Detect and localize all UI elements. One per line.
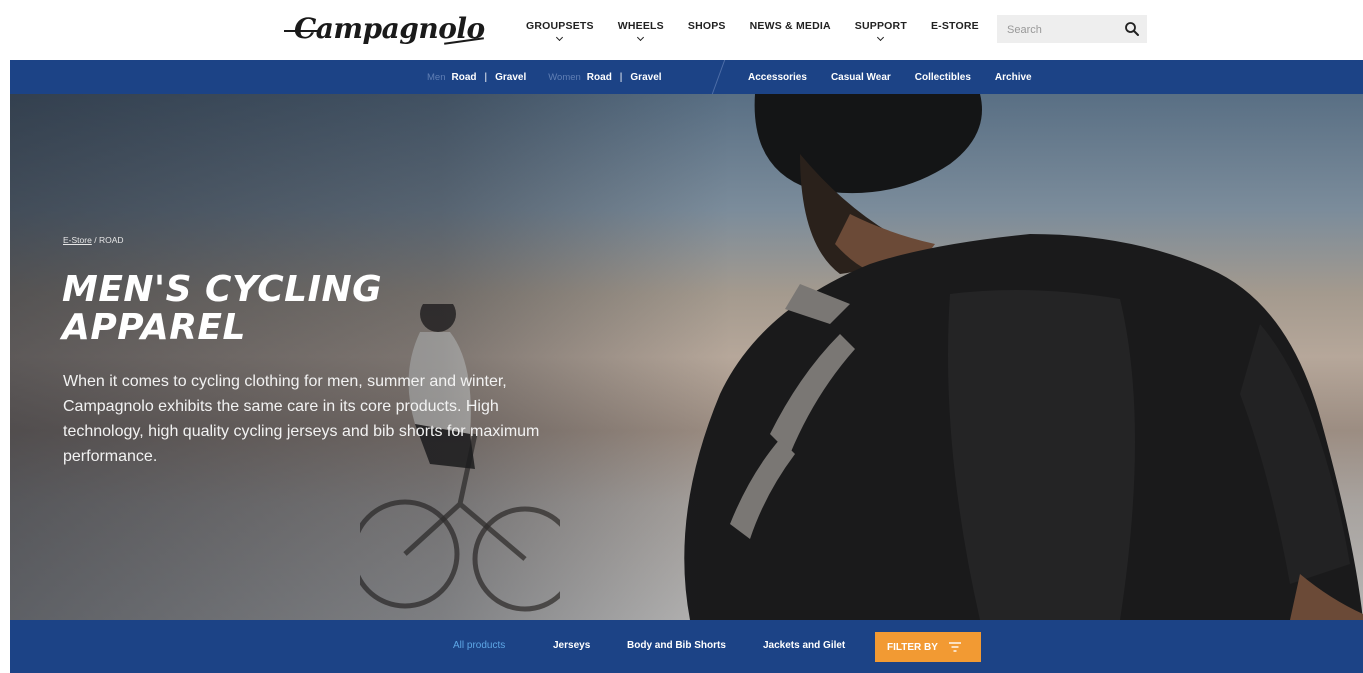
nav-shops[interactable]: SHOPS [688, 20, 726, 50]
search-box [997, 15, 1147, 45]
collectibles-link[interactable]: Collectibles [915, 72, 971, 83]
tab-all-products[interactable]: All products [453, 640, 505, 651]
logo-swash [284, 30, 320, 32]
filter-by-button[interactable]: FILTER BY [875, 632, 981, 662]
category-subnav: Men Road | Gravel Women Road | Gravel Ac… [10, 60, 1363, 94]
nav-e-store[interactable]: E-STORE [931, 20, 979, 50]
men-label: Men [427, 71, 446, 83]
page-title: MEN'S CYCLING APPAREL [62, 269, 383, 348]
nav-news-media[interactable]: NEWS & MEDIA [750, 20, 831, 50]
nav-label: SUPPORT [854, 20, 907, 32]
breadcrumb: E-Store / ROAD [63, 235, 124, 245]
breadcrumb-current: ROAD [98, 235, 124, 245]
search-icon[interactable] [1124, 21, 1140, 37]
nav-label: NEWS & MEDIA [749, 20, 831, 32]
separator: | [484, 71, 488, 83]
women-gravel-link[interactable]: Gravel [630, 72, 661, 83]
hero-banner: E-Store / ROAD MEN'S CYCLING APPAREL Whe… [10, 94, 1363, 620]
men-road-link[interactable]: Road [451, 72, 476, 83]
nav-label: GROUPSETS [526, 20, 594, 32]
filter-button-label: FILTER BY [887, 641, 938, 653]
nav-label: E-STORE [930, 20, 979, 32]
hero-description: When it comes to cycling clothing for me… [63, 373, 540, 465]
cyclist-jersey-image [684, 94, 1363, 620]
casual-wear-link[interactable]: Casual Wear [831, 72, 891, 83]
women-label: Women [548, 71, 581, 83]
tab-jerseys[interactable]: Jerseys [553, 640, 590, 651]
product-filter-bar: All products Jerseys Body and Bib Shorts… [10, 620, 1363, 673]
hero-overlay [10, 94, 730, 620]
tab-jackets-gilet[interactable]: Jackets and Gilet [763, 640, 845, 651]
site-header: Campagnolo GROUPSETS WHEELS SHOPS NEWS &… [0, 0, 1363, 60]
accessories-link[interactable]: Accessories [748, 72, 807, 83]
archive-link[interactable]: Archive [995, 72, 1032, 83]
subnav-divider [711, 60, 726, 94]
filter-icon [949, 642, 961, 652]
gender-links: Men Road | Gravel Women Road | Gravel [427, 60, 662, 94]
search-input[interactable] [997, 15, 1129, 45]
nav-wheels[interactable]: WHEELS [618, 20, 664, 50]
nav-label: WHEELS [617, 20, 664, 32]
nav-label: SHOPS [687, 20, 726, 32]
women-road-link[interactable]: Road [587, 72, 612, 83]
campagnolo-logo[interactable]: Campagnolo [284, 10, 494, 48]
main-nav: GROUPSETS WHEELS SHOPS NEWS & MEDIA SUPP… [526, 20, 1003, 50]
breadcrumb-separator: / [94, 235, 97, 245]
chevron-down-icon [636, 33, 644, 42]
breadcrumb-e-store-link[interactable]: E-Store [63, 235, 92, 245]
chevron-down-icon [555, 33, 563, 42]
separator: | [619, 71, 623, 83]
nav-support[interactable]: SUPPORT [855, 20, 907, 50]
men-gravel-link[interactable]: Gravel [495, 72, 526, 83]
chevron-down-icon [876, 33, 884, 42]
tab-body-bib-shorts[interactable]: Body and Bib Shorts [627, 640, 726, 651]
nav-groupsets[interactable]: GROUPSETS [526, 20, 594, 50]
extra-category-links: Accessories Casual Wear Collectibles Arc… [748, 60, 1056, 94]
